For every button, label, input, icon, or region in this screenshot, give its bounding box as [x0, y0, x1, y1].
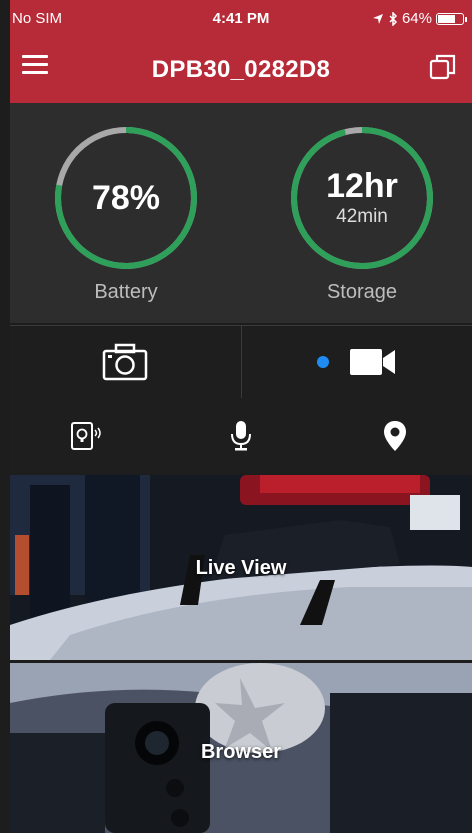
record-video-button[interactable]	[240, 326, 472, 398]
device-alarm-button[interactable]	[10, 398, 164, 473]
battery-percent-label: 64%	[401, 10, 432, 27]
location-button[interactable]	[318, 398, 472, 473]
device-title: DPB30_0282D8	[151, 56, 331, 83]
status-bar: No SIM 4:41 PM 64%	[10, 0, 472, 38]
take-photo-button[interactable]	[10, 326, 241, 398]
live-view-label: Live View	[195, 557, 287, 579]
location-arrow-icon	[372, 13, 383, 24]
battery-status-icon	[436, 12, 467, 25]
capture-controls	[10, 325, 472, 399]
live-view-tile[interactable]: Live View	[10, 475, 472, 660]
browser-label: Browser	[200, 741, 282, 763]
storage-value: 12hr	[326, 167, 398, 205]
browser-tile[interactable]: Browser	[10, 663, 472, 833]
battery-center: 78%	[46, 123, 206, 273]
location-pin-icon	[384, 420, 406, 451]
battery-value: 78%	[91, 179, 161, 217]
storage-label: Storage	[326, 281, 398, 303]
top-bar: No SIM 4:41 PM 64% DPB30_0282D8	[10, 0, 472, 103]
microphone-icon	[231, 420, 251, 450]
camera-icon	[103, 343, 148, 381]
storage-subvalue: 42min	[336, 206, 388, 227]
storage-gauge: 12hr 42min Storage	[282, 123, 442, 304]
video-camera-icon	[349, 349, 395, 375]
header: DPB30_0282D8	[10, 38, 472, 103]
status-right: 64%	[372, 10, 467, 27]
tools-row	[10, 398, 472, 473]
microphone-button[interactable]	[164, 398, 318, 473]
device-alarm-icon	[71, 421, 101, 450]
bluetooth-icon	[389, 11, 398, 26]
battery-gauge: 78% Battery	[46, 123, 206, 304]
recording-indicator	[316, 356, 329, 368]
status-gauges: 78% Battery 12hr 42min Storage	[10, 103, 472, 323]
storage-center: 12hr 42min	[282, 123, 442, 273]
battery-label: Battery	[94, 281, 158, 303]
copy-icon[interactable]	[428, 52, 458, 82]
